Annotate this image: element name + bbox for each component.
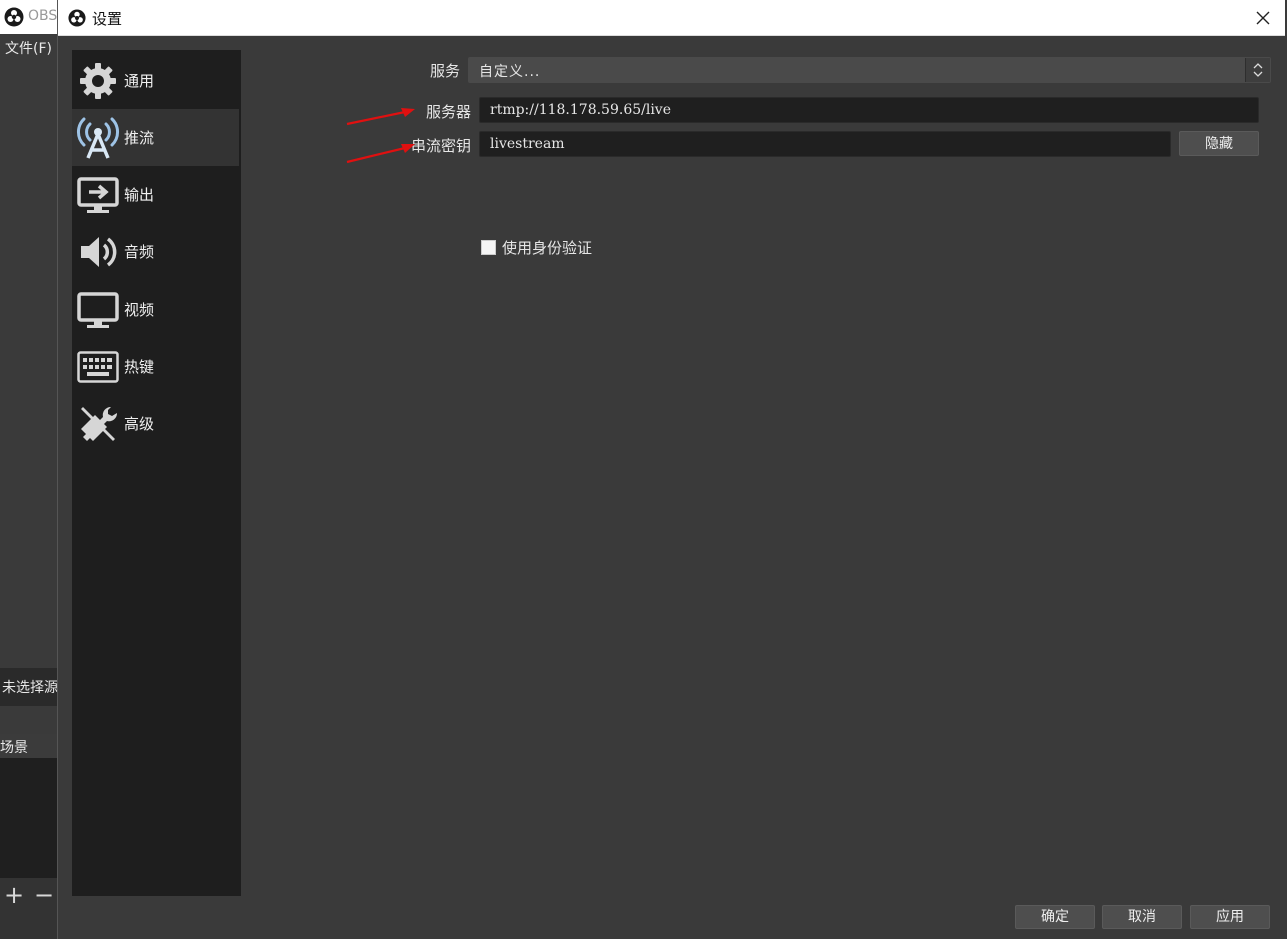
main-titlebar: OBS [0,0,58,34]
main-window-title: OBS [28,8,58,24]
main-menubar: 文件(F) [0,34,58,60]
select-arrows-icon [1245,58,1270,82]
preview-area [0,60,58,668]
no-source-text: 未选择源 [2,680,58,696]
add-scene-icon[interactable]: + [4,878,24,912]
sidebar-item-label: 热键 [124,358,155,376]
scenes-toolbar: + − [0,878,58,939]
hide-key-button[interactable]: 隐藏 [1179,131,1259,156]
sidebar-item-output[interactable]: 输出 [72,166,239,223]
server-input[interactable] [479,97,1259,123]
dialog-titlebar: 设置 [58,0,1285,36]
remove-scene-icon[interactable]: − [34,878,54,912]
use-authentication-checkbox[interactable] [481,240,496,255]
dialog-title: 设置 [92,10,123,28]
service-select[interactable]: 自定义... [468,57,1271,83]
monitor-icon [75,287,121,333]
scenes-title: 场景 [0,740,28,756]
keyboard-icon [75,344,121,390]
sidebar-item-advanced[interactable]: 高级 [72,395,239,452]
annotation-arrow-stream-key [346,144,415,164]
sidebar-item-label: 视频 [124,301,155,319]
service-label: 服务 [429,62,460,80]
service-selected-value: 自定义... [479,64,541,80]
sidebar-item-general[interactable]: 通用 [72,52,239,109]
apply-button[interactable]: 应用 [1190,905,1270,929]
sidebar-item-hotkeys[interactable]: 热键 [72,338,239,395]
settings-dialog: 设置 通用 推流 输出 音频 视频 热键 高级 服务 自定义... 服务器 rt… [57,0,1285,939]
menu-file[interactable]: 文件(F) [5,38,52,58]
sidebar-item-label: 高级 [124,415,155,433]
obs-logo-icon [68,9,86,27]
scenes-list[interactable] [0,758,58,878]
speaker-icon [75,229,121,275]
sidebar-item-label: 音频 [124,243,155,261]
use-authentication-label[interactable]: 使用身份验证 [502,237,592,258]
sidebar-item-label: 推流 [124,129,155,147]
dock-gap [0,706,58,734]
sidebar-item-label: 通用 [124,72,155,90]
cancel-button[interactable]: 取消 [1102,905,1182,929]
obs-main-window: OBS 文件(F) 未选择源 场景 + − [0,0,58,939]
annotation-arrow-server [346,108,415,126]
close-icon [1256,11,1270,24]
broadcast-antenna-icon [75,115,121,161]
source-toolbar: 未选择源 [0,668,58,706]
sidebar-item-label: 输出 [124,186,155,204]
scenes-dock-header: 场景 [0,734,58,758]
close-button[interactable] [1241,0,1285,35]
stream-key-input[interactable] [479,131,1171,157]
sidebar-item-video[interactable]: 视频 [72,281,239,338]
output-monitor-icon [75,172,121,218]
obs-logo-icon [4,7,24,27]
sidebar-item-audio[interactable]: 音频 [72,223,239,280]
gear-icon [75,58,121,104]
wrench-screwdriver-icon [75,401,121,447]
ok-button[interactable]: 确定 [1015,905,1095,929]
sidebar-item-stream[interactable]: 推流 [72,109,239,166]
settings-sidebar: 通用 推流 输出 音频 视频 热键 高级 [72,50,241,896]
